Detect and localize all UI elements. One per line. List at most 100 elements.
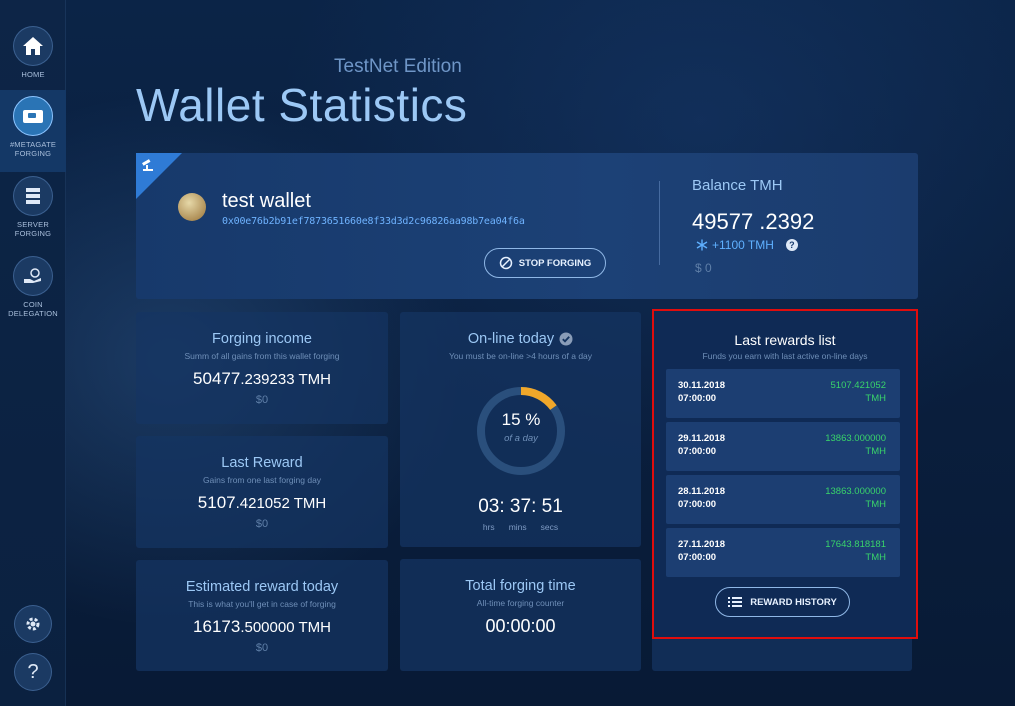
reward-amount: 13863.000000 TMH [825, 432, 886, 458]
nav-home-label: HOME [21, 70, 45, 79]
estimated-frac: .500000 TMH [240, 619, 331, 636]
page-title: Wallet Statistics [136, 79, 468, 131]
reward-amount-value: 13863.000000 [825, 433, 886, 444]
wallet-address: 0x00e76b2b91ef7873651660e8f33d3d2c96826a… [222, 216, 525, 227]
reward-amount-value: 13863.000000 [825, 486, 886, 497]
nav-server-forging[interactable]: SERVER FORGING [0, 176, 66, 238]
nav-metagate-forging[interactable]: #METAGATE FORGING [0, 90, 66, 172]
reward-amount-unit: TMH [865, 552, 886, 563]
reward-amount: 13863.000000 TMH [825, 485, 886, 511]
timer-secs: 51 [541, 496, 563, 517]
gear-icon [14, 605, 52, 643]
online-today-card: On-line today You must be on-line >4 hou… [400, 312, 641, 547]
settings-button[interactable] [0, 605, 66, 643]
estimated-value: 16173.500000 TMH [136, 617, 388, 637]
reward-row[interactable]: 27.11.2018 07:00:00 17643.818181 TMH [666, 528, 900, 577]
check-circle-icon [559, 332, 573, 346]
rewards-panel: Last rewards list Funds you earn with la… [652, 309, 918, 639]
reward-date: 30.11.2018 07:00:00 [678, 379, 725, 405]
online-timer: 03: 37: 51 [478, 496, 563, 517]
rewards-subtitle: Funds you earn with last active on-line … [702, 351, 868, 361]
estimated-subtitle: This is what you'll get in case of forgi… [188, 599, 336, 609]
last-reward-int: 5107 [197, 493, 236, 512]
reward-row[interactable]: 29.11.2018 07:00:00 13863.000000 TMH [666, 422, 900, 471]
forging-income-usd: $0 [255, 394, 269, 406]
wallet-name: test wallet [222, 190, 311, 212]
question-icon: ? [14, 653, 52, 691]
estimated-usd: $0 [255, 642, 269, 654]
nav-home[interactable]: HOME [0, 26, 66, 79]
total-forging-subtitle: All-time forging counter [476, 598, 565, 608]
balance-bonus-value: +1100 TMH [712, 238, 774, 252]
forging-income-frac: .239233 TMH [240, 371, 331, 388]
reward-date-time: 07:00:00 [678, 499, 717, 510]
online-title: On-line today [467, 331, 555, 347]
edition-label: TestNet Edition [334, 56, 462, 77]
last-reward-title: Last Reward [221, 455, 303, 471]
reward-amount-unit: TMH [865, 393, 886, 404]
nav-coin-delegation[interactable]: COIN DELEGATION [0, 256, 66, 318]
balance-frac: .2392 [753, 209, 815, 234]
balance-value: 49577 .2392 [692, 209, 814, 235]
reward-amount-value: 17643.818181 [825, 539, 886, 550]
estimated-reward-card: Estimated reward today This is what you'… [136, 560, 388, 671]
reward-amount: 17643.818181 TMH [825, 538, 886, 564]
donut-of-a-day: of a day [504, 433, 538, 444]
forging-income-value: 50477.239233 TMH [136, 369, 388, 389]
donut-text: 15 % of a day [474, 410, 568, 444]
help-button[interactable]: ? [0, 653, 66, 691]
hand-coin-icon [13, 256, 53, 296]
last-reward-value: 5107.421052 TMH [136, 493, 388, 513]
reward-date-day: 30.11.2018 [678, 380, 726, 391]
nav-metagate-label: #METAGATE FORGING [9, 140, 57, 158]
wallet-card: test wallet 0x00e76b2b91ef7873651660e8f3… [136, 153, 918, 299]
reward-date-day: 29.11.2018 [678, 433, 726, 444]
online-donut: 15 % of a day [474, 384, 568, 478]
total-forging-title: Total forging time [465, 578, 576, 594]
nav-server-label: SERVER FORGING [14, 220, 52, 238]
reward-history-button[interactable]: REWARD HISTORY [715, 587, 850, 617]
home-icon [13, 26, 53, 66]
reward-date: 27.11.2018 07:00:00 [678, 538, 725, 564]
timer-hrs: 03 [478, 496, 500, 517]
timer-secs-label: secs [540, 522, 559, 532]
estimated-int: 16173 [193, 617, 241, 636]
balance-bonus: +1100 TMH ? [696, 238, 798, 252]
reward-row[interactable]: 30.11.2018 07:00:00 5107.421052 TMH [666, 369, 900, 418]
last-reward-card: Last Reward Gains from one last forging … [136, 436, 388, 548]
stop-forging-button[interactable]: STOP FORGING [484, 248, 606, 278]
timer-units: hrs mins secs [400, 522, 641, 532]
stop-forging-label: STOP FORGING [518, 257, 592, 269]
balance-int: 49577 [692, 209, 754, 234]
forging-icon [140, 157, 156, 178]
online-title-row: On-line today [400, 331, 641, 347]
reward-amount-unit: TMH [865, 446, 886, 457]
divider [659, 181, 660, 265]
server-icon [13, 176, 53, 216]
reward-history-label: REWARD HISTORY [750, 596, 837, 608]
list-icon [728, 597, 743, 607]
forging-income-card: Forging income Summ of all gains from th… [136, 312, 388, 424]
timer-mins-label: mins [508, 522, 527, 532]
total-forging-card: Total forging time All-time forging coun… [400, 559, 641, 671]
nav-delegation-label: COIN DELEGATION [8, 300, 58, 318]
rewards-panel-bottom [652, 639, 912, 671]
reward-date-day: 27.11.2018 [678, 539, 726, 550]
reward-row[interactable]: 28.11.2018 07:00:00 13863.000000 TMH [666, 475, 900, 524]
balance-title: Balance TMH [692, 177, 783, 194]
wallet-avatar [178, 193, 206, 221]
reward-date: 29.11.2018 07:00:00 [678, 432, 725, 458]
reward-amount-value: 5107.421052 [830, 380, 886, 391]
total-forging-value: 00:00:00 [485, 616, 556, 636]
sidebar: HOME #METAGATE FORGING SERVER FORGING CO… [0, 0, 66, 706]
donut-percent: 15 % [501, 410, 541, 429]
timer-mins: 37 [509, 496, 532, 517]
timer-hrs-label: hrs [482, 522, 495, 532]
forging-income-subtitle: Summ of all gains from this wallet forgi… [184, 351, 340, 361]
balance-usd: $ 0 [695, 261, 712, 275]
forging-income-int: 50477 [193, 369, 241, 388]
bonus-help-icon[interactable]: ? [785, 239, 798, 251]
online-subtitle: You must be on-line >4 hours of a day [448, 351, 593, 361]
estimated-title: Estimated reward today [185, 579, 339, 595]
reward-date-day: 28.11.2018 [678, 486, 726, 497]
